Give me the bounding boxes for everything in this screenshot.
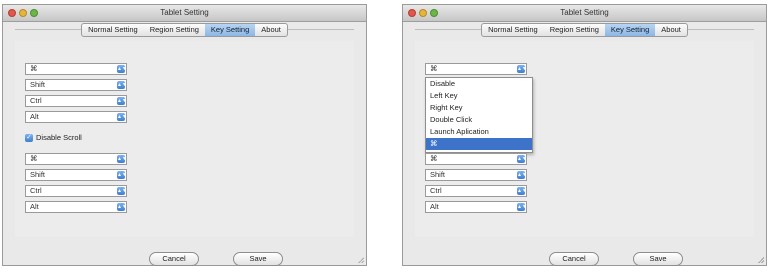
- scroll-key-select-4[interactable]: Alt ▲▼: [25, 201, 127, 213]
- select-value: ⌘: [30, 154, 38, 163]
- save-button[interactable]: Save: [233, 252, 283, 266]
- close-icon[interactable]: [8, 9, 16, 17]
- tablet-setting-window-right: Tablet Setting Normal Setting Region Set…: [402, 4, 767, 266]
- tab-key-setting[interactable]: Key Setting: [604, 24, 656, 36]
- select-arrow-icon: ▲▼: [517, 65, 527, 73]
- resize-grip-icon[interactable]: [358, 257, 364, 263]
- close-icon[interactable]: [408, 9, 416, 17]
- key-select-1[interactable]: ⌘ ▲▼: [425, 63, 527, 75]
- select-arrow-icon: ▲▼: [117, 97, 127, 105]
- scroll-key-select-1[interactable]: ⌘ ▲▼: [25, 153, 127, 165]
- key-select-1[interactable]: ⌘ ▲▼: [25, 63, 127, 75]
- select-value: Ctrl: [30, 186, 42, 195]
- key-select-2[interactable]: Shift ▲▼: [25, 79, 127, 91]
- scroll-key-select-3[interactable]: Ctrl ▲▼: [425, 185, 527, 197]
- select-arrow-icon: ▲▼: [117, 113, 127, 121]
- menu-item-right-key[interactable]: Right Key: [426, 102, 532, 114]
- scroll-key-select-2[interactable]: Shift ▲▼: [25, 169, 127, 181]
- select-value: Shift: [30, 170, 46, 179]
- select-arrow-icon: ▲▼: [517, 171, 527, 179]
- minimize-icon[interactable]: [419, 9, 427, 17]
- menu-item-double-click[interactable]: Double Click: [426, 114, 532, 126]
- select-value: Alt: [430, 202, 439, 211]
- scroll-key-select-3[interactable]: Ctrl ▲▼: [25, 185, 127, 197]
- cancel-button[interactable]: Cancel: [549, 252, 599, 266]
- scroll-key-select-1[interactable]: ⌘ ▲▼: [425, 153, 527, 165]
- select-arrow-icon: ▲▼: [517, 187, 527, 195]
- checkmark-icon: ✓: [25, 133, 33, 142]
- select-value: Ctrl: [430, 186, 442, 195]
- menu-item-command[interactable]: ⌘: [426, 138, 532, 150]
- tab-about[interactable]: About: [255, 24, 287, 36]
- select-arrow-icon: ▲▼: [517, 155, 527, 163]
- key-dropdown-menu: Disable Left Key Right Key Double Click …: [425, 77, 533, 153]
- select-value: ⌘: [430, 154, 438, 163]
- window-controls: [408, 9, 438, 17]
- select-arrow-icon: ▲▼: [117, 203, 127, 211]
- select-value: ⌘: [30, 64, 38, 73]
- select-value: Shift: [30, 80, 46, 89]
- select-arrow-icon: ▲▼: [117, 171, 127, 179]
- disable-scroll-checkbox[interactable]: ✓ Disable Scroll: [25, 133, 82, 142]
- title-bar: Tablet Setting: [403, 5, 766, 22]
- select-value: Ctrl: [30, 96, 42, 105]
- select-arrow-icon: ▲▼: [117, 155, 127, 163]
- select-value: ⌘: [430, 64, 438, 73]
- select-arrow-icon: ▲▼: [117, 187, 127, 195]
- tablet-setting-window-left: Tablet Setting Normal Setting Region Set…: [2, 4, 367, 266]
- select-value: Alt: [30, 112, 39, 121]
- select-arrow-icon: ▲▼: [517, 203, 527, 211]
- tab-key-setting[interactable]: Key Setting: [204, 24, 256, 36]
- scroll-key-select-2[interactable]: Shift ▲▼: [425, 169, 527, 181]
- tab-region-setting[interactable]: Region Setting: [144, 24, 205, 36]
- zoom-icon[interactable]: [430, 9, 438, 17]
- key-select-4[interactable]: Alt ▲▼: [25, 111, 127, 123]
- tab-normal-setting[interactable]: Normal Setting: [482, 24, 544, 36]
- resize-grip-icon[interactable]: [758, 257, 764, 263]
- tab-normal-setting[interactable]: Normal Setting: [82, 24, 144, 36]
- window-title: Tablet Setting: [160, 8, 209, 17]
- select-value: Shift: [430, 170, 446, 179]
- minimize-icon[interactable]: [19, 9, 27, 17]
- key-select-3[interactable]: Ctrl ▲▼: [25, 95, 127, 107]
- save-button[interactable]: Save: [633, 252, 683, 266]
- menu-item-launch-application[interactable]: Launch Aplication: [426, 126, 532, 138]
- menu-item-disable[interactable]: Disable: [426, 78, 532, 90]
- cancel-button[interactable]: Cancel: [149, 252, 199, 266]
- scroll-key-select-4[interactable]: Alt ▲▼: [425, 201, 527, 213]
- tab-region-setting[interactable]: Region Setting: [544, 24, 605, 36]
- select-arrow-icon: ▲▼: [117, 81, 127, 89]
- menu-item-left-key[interactable]: Left Key: [426, 90, 532, 102]
- checkbox-label: Disable Scroll: [36, 133, 82, 142]
- tab-about[interactable]: About: [655, 24, 687, 36]
- select-value: Alt: [30, 202, 39, 211]
- window-title: Tablet Setting: [560, 8, 609, 17]
- zoom-icon[interactable]: [30, 9, 38, 17]
- window-controls: [8, 9, 38, 17]
- title-bar: Tablet Setting: [3, 5, 366, 22]
- select-arrow-icon: ▲▼: [117, 65, 127, 73]
